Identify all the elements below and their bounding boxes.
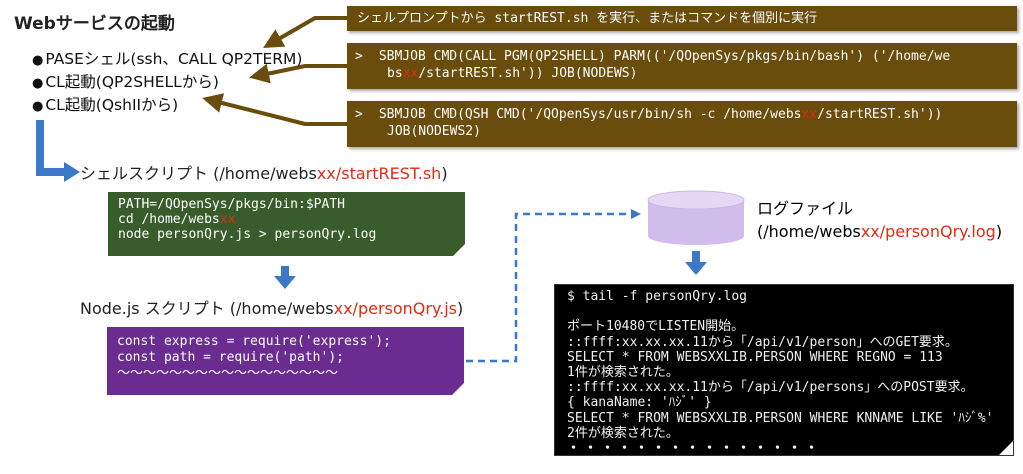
- log-file-heading: ログファイル (/home/websxx/personQry.log): [757, 197, 1002, 243]
- bullet-label: CL起動(QshIIから): [45, 96, 179, 114]
- heading-close: ): [457, 299, 464, 318]
- script-filename: /personQry.js: [352, 299, 458, 318]
- console-line: 1件が検索された。: [567, 365, 679, 381]
- heading-close: ): [995, 222, 1003, 241]
- arrow-note1-to-bullet1: [263, 16, 347, 49]
- placeholder-xx: xx: [860, 222, 880, 241]
- bullet-dot-icon: ●: [32, 53, 44, 68]
- placeholder-xx: xx: [801, 107, 818, 122]
- bullet-dot-icon: ●: [32, 99, 44, 114]
- bullet-pase-shell: ● PASEシェル(ssh、CALL QP2TERM): [32, 47, 302, 69]
- placeholder-xx: xx: [333, 299, 353, 318]
- console-line: ポート10480でLISTEN開始。: [567, 319, 745, 335]
- console-output: $ tail -f personQry.log ポート10480でLISTEN開…: [554, 284, 1014, 456]
- log-down-arrow-shaft: [692, 251, 700, 262]
- note-line: /startREST.sh')): [817, 107, 943, 122]
- arrow-note3-to-bullet3: [202, 93, 347, 126]
- heading-close: ): [441, 164, 448, 183]
- script-filename: /startREST.sh: [335, 164, 442, 183]
- code-line: PATH=/QOpenSys/pkgs/bin:$PATH: [118, 197, 345, 212]
- code-line: node personQry.js > personQry.log: [118, 227, 377, 242]
- console-command: $ tail -f personQry.log: [567, 289, 748, 304]
- code-line: const path = require('path');: [117, 350, 344, 365]
- note-line: JOB(NODEWS2): [387, 124, 481, 139]
- node-script-heading: Node.js スクリプト (/home/websxx/personQry.js…: [80, 295, 463, 319]
- bullet-cl-qp2shell: ● CL起動(QP2SHELLから): [32, 70, 219, 92]
- shell-script-heading: シェルスクリプト (/home/websxx/startREST.sh): [80, 160, 448, 184]
- console-line: ::ffff:xx.xx.xx.11から「/api/v1/person」へのGE…: [567, 334, 958, 350]
- code-line: const express = require('express');: [117, 334, 391, 349]
- console-line: ::ffff:xx.xx.xx.11から「/api/v1/persons」へのP…: [567, 380, 974, 396]
- log-file-label: ログファイル: [757, 199, 854, 218]
- log-down-arrow-head: [685, 262, 707, 275]
- bullet-label: CL起動(QP2SHELLから): [45, 73, 219, 91]
- code-line: cd /home/webs: [118, 212, 220, 227]
- note-qsh-command: > SBMJOB CMD(QSH CMD('/QOpenSys/usr/bin/s…: [347, 101, 1017, 147]
- prompt-symbol: >: [355, 107, 363, 122]
- heading-text: Node.js スクリプト (/home/webs: [80, 299, 334, 318]
- flow-arrow-head: [64, 162, 80, 182]
- note-line: /startREST.sh')) JOB(NODEWS): [418, 66, 638, 81]
- page-title: Webサービスの起動: [14, 14, 175, 34]
- code-line: ～～～～～～～～～～～～～～～～～: [117, 366, 339, 381]
- console-line: { kanaName: 'ﾊｼﾞ' }: [567, 395, 712, 411]
- shell-script-box: PATH=/QOpenSys/pkgs/bin:$PATH cd /home/w…: [108, 192, 465, 256]
- log-file-cylinder-icon: [647, 190, 745, 245]
- note-shell-prompt: シェルプロンプトから startREST.sh を実行、またはコマンドを個別に実…: [347, 6, 1017, 31]
- console-line: SELECT * FROM WEBSXXLIB.PERSON WHERE KNN…: [567, 410, 994, 426]
- prompt-symbol: >: [355, 49, 363, 64]
- log-path: (/home/webs: [757, 222, 861, 241]
- placeholder-xx: xx: [402, 66, 419, 81]
- page-fold-corner: [453, 244, 465, 256]
- bullet-dot-icon: ●: [32, 76, 44, 91]
- console-line: SELECT * FROM WEBSXXLIB.PERSON WHERE REG…: [567, 349, 943, 365]
- down-arrow-shaft: [281, 266, 289, 276]
- note-line: bs: [387, 66, 403, 81]
- placeholder-xx: xx: [219, 212, 236, 227]
- page-fold-corner: [999, 441, 1013, 455]
- bullet-label: PASEシェル(ssh、CALL QP2TERM): [45, 50, 303, 68]
- heading-text: シェルスクリプト (/home/webs: [80, 164, 317, 183]
- console-ellipsis: ・・・・・・・・・・・・・・・: [567, 441, 823, 457]
- placeholder-xx: xx: [316, 164, 336, 183]
- flow-arrow-to-shell: [36, 120, 66, 176]
- note-qp2shell-command: > SBMJOB CMD(CALL PGM(QP2SHELL) PARM(('/Q…: [347, 43, 1017, 89]
- bullet-cl-qsh: ● CL起動(QshIIから): [32, 93, 178, 115]
- console-line: 2件が検索された。: [567, 425, 679, 441]
- down-arrow-head: [274, 276, 296, 289]
- note-text: シェルプロンプトから startREST.sh を実行、またはコマンドを個別に実…: [357, 11, 818, 26]
- log-filename: /personQry.log: [879, 222, 996, 241]
- node-script-box: const express = require('express'); cons…: [107, 327, 464, 395]
- note-line: SBMJOB CMD(QSH CMD('/QOpenSys/usr/bin/sh…: [378, 107, 802, 122]
- note-line: SBMJOB CMD(CALL PGM(QP2SHELL) PARM(('/QO…: [378, 49, 951, 64]
- page-fold-corner: [452, 383, 464, 395]
